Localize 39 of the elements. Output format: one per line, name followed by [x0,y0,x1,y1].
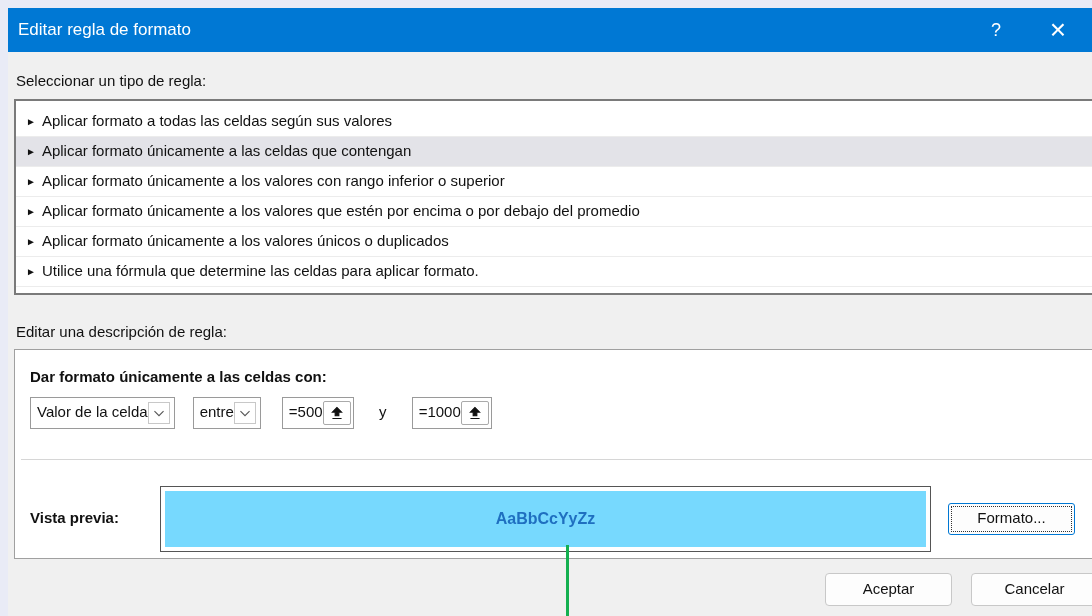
format-button[interactable]: Formato... [948,502,1075,535]
rule-type-item[interactable]: ► Aplicar formato únicamente a los valores que estén por encima o por debajo del promedio [16,196,1092,227]
bullet-icon: ► [26,233,36,249]
rule-type-label: Utilice una fórmula que determine las celdas para aplicar formato. [41,260,479,281]
upload-icon[interactable] [460,400,489,425]
rule-type-label: Aplicar formato únicamente a los valores con rango inferior o superior [41,170,505,191]
section-label: Editar una descripción de regla: [15,321,228,342]
dialog-button[interactable]: Cancelar [971,573,1092,606]
dropdown[interactable]: Valor de la celda [30,396,175,429]
chevron-down-icon [233,401,256,424]
section-label: Seleccionar un tipo de regla: [15,71,208,91]
rule-type-item[interactable]: ► Aplicar formato únicamente a las celdas que contengan [16,136,1092,167]
preview-label: Vista previa: [30,508,120,529]
input-field[interactable]: =1000 [411,396,492,429]
rule-type-item[interactable]: ► Utilice una fórmula que determine las celdas para aplicar formato. [16,256,1092,287]
preview-sample: AaBbCcYyZz [165,490,926,547]
bullet-icon: ► [26,113,36,129]
leader-line [566,545,570,616]
window-title: Editar regla de formato [18,19,192,42]
rule-type-item[interactable]: ► Aplicar formato únicamente a los valores únicos o duplicados [16,226,1092,257]
upload-icon[interactable] [322,400,351,425]
rule-type-label: Aplicar formato únicamente a las celdas que contengan [41,140,412,161]
rule-type-label: Aplicar formato únicamente a los valores que estén por encima o por debajo del promedio [41,200,640,221]
joiner-label: y [377,402,388,423]
bullet-icon: ► [26,173,36,189]
help-button[interactable]: ? [976,16,1016,44]
bullet-icon: ► [26,143,36,159]
condition-heading: Dar formato únicamente a las celdas con: [29,367,328,387]
rule-type-label: Aplicar formato a todas las celdas según sus valores [41,110,393,131]
chevron-down-icon [147,401,170,424]
rule-type-item[interactable]: ► Aplicar formato a todas las celdas según sus valores [16,106,1092,137]
dropdown[interactable]: entre [192,396,261,429]
rule-type-item[interactable]: ► Aplicar formato únicamente a los valores con rango inferior o superior [16,166,1092,197]
rule-type-label: Aplicar formato únicamente a los valores únicos o duplicados [41,230,449,251]
bullet-icon: ► [26,263,36,279]
dialog-button[interactable]: Aceptar [825,573,952,606]
bullet-icon: ► [26,203,36,219]
input-field[interactable]: =500 [281,396,354,429]
close-button[interactable]: × [1038,16,1078,44]
